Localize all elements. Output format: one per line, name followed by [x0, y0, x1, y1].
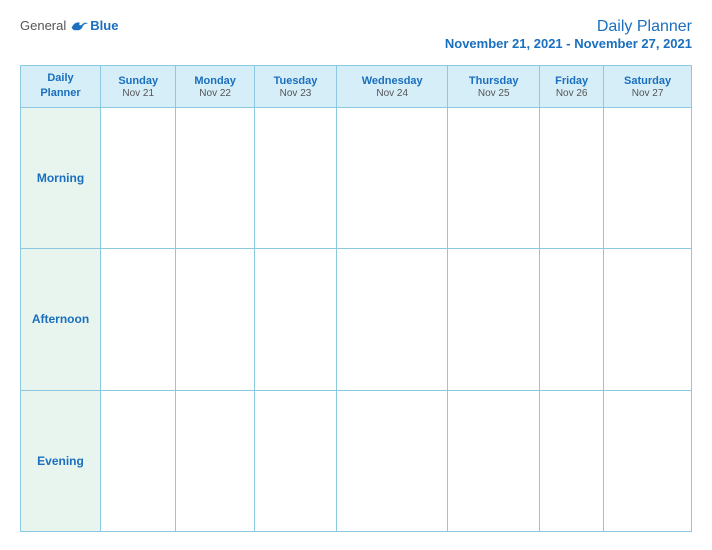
col-date-wednesday: Nov 24	[339, 88, 445, 99]
row-label-evening: Evening	[21, 390, 101, 531]
cell-morning-saturday[interactable]	[604, 107, 692, 248]
logo-blue: Blue	[90, 18, 118, 33]
cell-evening-wednesday[interactable]	[337, 390, 448, 531]
cell-morning-friday[interactable]	[540, 107, 604, 248]
cell-afternoon-friday[interactable]	[540, 249, 604, 390]
row-morning: Morning	[21, 107, 692, 248]
col-day-tuesday: Tuesday	[257, 74, 334, 88]
row-label-afternoon: Afternoon	[21, 249, 101, 390]
cell-afternoon-sunday[interactable]	[101, 249, 176, 390]
row-label-morning: Morning	[21, 107, 101, 248]
corner-line2: Planner	[40, 87, 80, 99]
col-header-sunday: Sunday Nov 21	[101, 66, 176, 108]
col-header-friday: Friday Nov 26	[540, 66, 604, 108]
row-evening: Evening	[21, 390, 692, 531]
col-header-thursday: Thursday Nov 25	[448, 66, 540, 108]
col-date-thursday: Nov 25	[450, 88, 537, 99]
row-afternoon: Afternoon	[21, 249, 692, 390]
cell-evening-monday[interactable]	[176, 390, 254, 531]
calendar-date-range: November 21, 2021 - November 27, 2021	[445, 36, 692, 51]
corner-header: Daily Planner	[21, 66, 101, 108]
logo-area: General Blue	[20, 18, 118, 33]
col-date-tuesday: Nov 23	[257, 88, 334, 99]
col-header-tuesday: Tuesday Nov 23	[254, 66, 336, 108]
cell-morning-monday[interactable]	[176, 107, 254, 248]
col-day-friday: Friday	[542, 74, 601, 88]
header: General Blue Daily Planner November 21, …	[20, 18, 692, 51]
col-header-wednesday: Wednesday Nov 24	[337, 66, 448, 108]
cell-evening-tuesday[interactable]	[254, 390, 336, 531]
col-date-monday: Nov 22	[178, 88, 251, 99]
col-day-wednesday: Wednesday	[339, 74, 445, 88]
cell-morning-thursday[interactable]	[448, 107, 540, 248]
cell-evening-sunday[interactable]	[101, 390, 176, 531]
col-day-saturday: Saturday	[606, 74, 689, 88]
col-date-sunday: Nov 21	[103, 88, 173, 99]
cell-morning-wednesday[interactable]	[337, 107, 448, 248]
cell-afternoon-wednesday[interactable]	[337, 249, 448, 390]
cell-afternoon-tuesday[interactable]	[254, 249, 336, 390]
col-day-sunday: Sunday	[103, 74, 173, 88]
calendar-table: Daily Planner Sunday Nov 21 Monday Nov 2…	[20, 65, 692, 532]
col-header-saturday: Saturday Nov 27	[604, 66, 692, 108]
cell-evening-thursday[interactable]	[448, 390, 540, 531]
logo-bird-icon	[70, 19, 88, 33]
col-day-thursday: Thursday	[450, 74, 537, 88]
cell-evening-friday[interactable]	[540, 390, 604, 531]
col-header-monday: Monday Nov 22	[176, 66, 254, 108]
header-row: Daily Planner Sunday Nov 21 Monday Nov 2…	[21, 66, 692, 108]
cell-morning-sunday[interactable]	[101, 107, 176, 248]
cell-evening-saturday[interactable]	[604, 390, 692, 531]
logo-text: General Blue	[20, 18, 118, 33]
cell-afternoon-saturday[interactable]	[604, 249, 692, 390]
cell-afternoon-thursday[interactable]	[448, 249, 540, 390]
page: General Blue Daily Planner November 21, …	[0, 0, 712, 550]
title-area: Daily Planner November 21, 2021 - Novemb…	[445, 18, 692, 51]
cell-morning-tuesday[interactable]	[254, 107, 336, 248]
col-date-friday: Nov 26	[542, 88, 601, 99]
col-date-saturday: Nov 27	[606, 88, 689, 99]
corner-line1: Daily	[47, 72, 73, 84]
cell-afternoon-monday[interactable]	[176, 249, 254, 390]
col-day-monday: Monday	[178, 74, 251, 88]
logo-general: General	[20, 18, 66, 33]
calendar-title: Daily Planner	[445, 18, 692, 36]
